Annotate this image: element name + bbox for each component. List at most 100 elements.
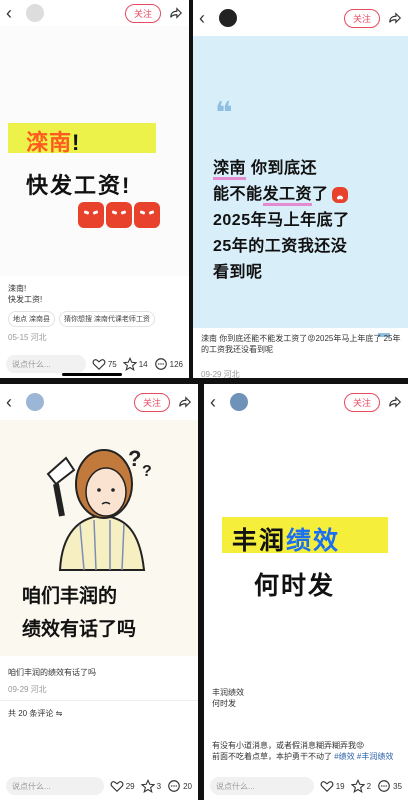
- avatar[interactable]: [230, 393, 248, 411]
- post-panel-3: ‹ 关注 ? ? 咱们丰润的 绩效有话了吗 咱们丰润的绩效有话了吗 09-29 …: [0, 384, 198, 800]
- image-text-line: 25年的工资我还没: [213, 238, 348, 255]
- post-image[interactable]: ❝ 滦南 你到底还 能不能发工资了 2025年马上年底了 25年的工资我还没 看…: [193, 36, 408, 337]
- angry-face-icon: [134, 202, 160, 228]
- comment-bubble-icon: [168, 780, 180, 792]
- like-button[interactable]: 19: [320, 779, 345, 793]
- like-count: 29: [125, 781, 135, 791]
- comment-input[interactable]: 说点什么...: [6, 777, 104, 795]
- image-title-line2: 快发工资!: [26, 173, 132, 198]
- image-text-line: 你到底还: [246, 160, 317, 177]
- post-caption: 滦南 你到底还能不能发工资了😡2025年马上年底了 25年的工资我还没看到呢: [201, 334, 401, 354]
- share-icon[interactable]: [388, 395, 402, 409]
- post-header: ‹ 关注: [0, 384, 198, 420]
- star-count: 3: [156, 781, 162, 791]
- follow-button[interactable]: 关注: [343, 392, 380, 412]
- share-icon[interactable]: [178, 395, 192, 409]
- post-header: ‹ 关注: [0, 0, 189, 26]
- post-date: 05-15 河北: [8, 333, 47, 342]
- comment-total-label: 共 20 条评论: [8, 709, 54, 718]
- back-arrow-icon[interactable]: ‹: [210, 392, 226, 413]
- image-text-line: 发工资: [262, 186, 313, 206]
- post-panel-4: ‹ 关注 丰润绩效 何时发 丰润绩效 何时发 有没有小道消息，或者假消息糊弄糊弄…: [204, 384, 408, 800]
- post-image[interactable]: ? ? 咱们丰润的 绩效有话了吗: [0, 420, 198, 656]
- image-text-line: 2025年马上年底了: [213, 212, 350, 229]
- post-image[interactable]: 丰润绩效 何时发: [204, 420, 408, 682]
- star-icon: [140, 779, 155, 793]
- avatar[interactable]: [26, 393, 44, 411]
- back-arrow-icon[interactable]: ‹: [6, 392, 22, 413]
- comment-button[interactable]: 35: [377, 779, 402, 793]
- image-text-line: 能不能: [213, 186, 263, 203]
- post-date: 09-29 河北: [201, 370, 240, 378]
- back-arrow-icon[interactable]: ‹: [199, 8, 215, 29]
- comment-input[interactable]: 说点什么...: [210, 777, 314, 795]
- like-button[interactable]: 75: [92, 357, 117, 371]
- image-text-line: 滦南: [213, 160, 247, 180]
- star-count: 14: [138, 359, 148, 369]
- worried-person-illustration: ? ?: [46, 446, 152, 571]
- search-suggestion-tag[interactable]: 猜你想搜 滦南代课老师工资: [58, 311, 155, 327]
- post-header: ‹ 关注: [193, 0, 408, 36]
- image-text-line: 看到呢: [213, 264, 263, 281]
- heart-icon: [110, 781, 124, 793]
- comment-count: 35: [393, 781, 402, 791]
- like-count: 75: [107, 359, 117, 369]
- avatar[interactable]: [26, 4, 44, 22]
- image-text-line: 绩效有话了吗: [22, 619, 137, 640]
- star-button[interactable]: 14: [122, 357, 148, 371]
- like-button[interactable]: 29: [110, 779, 135, 793]
- body-line: 有没有小道消息，或者假消息糊弄糊弄我😡: [212, 741, 365, 750]
- comment-input[interactable]: 说点什么...: [6, 355, 86, 373]
- image-text: 咱们丰润的 绩效有话了吗: [22, 580, 136, 646]
- back-arrow-icon[interactable]: ‹: [6, 3, 22, 24]
- divider: [0, 700, 198, 701]
- comment-button[interactable]: 20: [167, 779, 192, 793]
- location-tag[interactable]: 地点 滦南县: [8, 311, 55, 327]
- caption-line: 丰润绩效: [212, 688, 244, 697]
- star-icon: [350, 779, 365, 793]
- star-count: 2: [366, 781, 372, 791]
- screenshot-collage: ‹ 关注 滦南! 快发工资! 滦南! 快发工资! 地点 滦南县 猜你想搜 滦南代…: [0, 0, 408, 800]
- angry-face-icon: [331, 186, 348, 203]
- image-text: 滦南 你到底还 能不能发工资了 2025年马上年底了 25年的工资我还没 看到呢: [213, 156, 393, 286]
- caption-line: 滦南!: [8, 284, 27, 293]
- post-caption: 滦南! 快发工资!: [8, 283, 42, 305]
- follow-button[interactable]: 关注: [343, 8, 380, 28]
- image-title-line2: 何时发: [254, 572, 336, 600]
- follow-button[interactable]: 关注: [133, 392, 170, 412]
- image-title-line1: 滦南!: [26, 130, 81, 155]
- comment-button[interactable]: 126: [154, 357, 183, 371]
- star-icon: [122, 357, 137, 371]
- post-body: 有没有小道消息，或者假消息糊弄糊弄我😡 前面不吃着点草，本护勇干不动了 #绩效 …: [212, 740, 402, 762]
- comment-count: 126: [169, 359, 183, 369]
- post-caption: 丰润绩效 何时发: [212, 687, 244, 709]
- post-image[interactable]: 滦南! 快发工资!: [0, 26, 189, 276]
- tag-row: 地点 滦南县 猜你想搜 滦南代课老师工资: [8, 311, 155, 327]
- heart-icon: [320, 781, 334, 793]
- post-panel-2: ‹ 关注 ❝ 滦南 你到底还 能不能发工资了 2025年马上年底了 25年的工资…: [193, 0, 408, 378]
- image-text-line: 了: [312, 186, 329, 203]
- image-title-line1: 丰润绩效: [232, 527, 341, 555]
- post-date: 09-29 河北: [8, 685, 47, 694]
- caption-line: 快发工资!: [8, 295, 43, 304]
- interaction-bar: 说点什么... 29 3 20: [0, 772, 198, 800]
- comment-total[interactable]: 共 20 条评论 ⇋: [8, 708, 62, 719]
- angry-emoji-row: [78, 202, 160, 228]
- svg-text:?: ?: [142, 463, 152, 480]
- share-icon[interactable]: [169, 6, 183, 20]
- heart-icon: [92, 359, 106, 371]
- post-panel-1: ‹ 关注 滦南! 快发工资! 滦南! 快发工资! 地点 滦南县 猜你想搜 滦南代…: [0, 0, 189, 378]
- star-button[interactable]: 2: [350, 779, 372, 793]
- avatar[interactable]: [219, 9, 237, 27]
- star-button[interactable]: 3: [140, 779, 162, 793]
- filter-icon: ⇋: [55, 709, 63, 718]
- hashtags[interactable]: #绩效 #丰润绩效: [334, 752, 393, 761]
- comment-bubble-icon: [154, 358, 167, 370]
- like-count: 19: [335, 781, 345, 791]
- follow-button[interactable]: 关注: [124, 3, 161, 23]
- home-indicator: [62, 373, 122, 376]
- body-line: 前面不吃着点草，本护勇干不动了: [212, 752, 332, 761]
- interaction-bar: 说点什么... 19 2 35: [204, 772, 408, 800]
- share-icon[interactable]: [388, 11, 402, 25]
- angry-face-icon: [78, 202, 104, 228]
